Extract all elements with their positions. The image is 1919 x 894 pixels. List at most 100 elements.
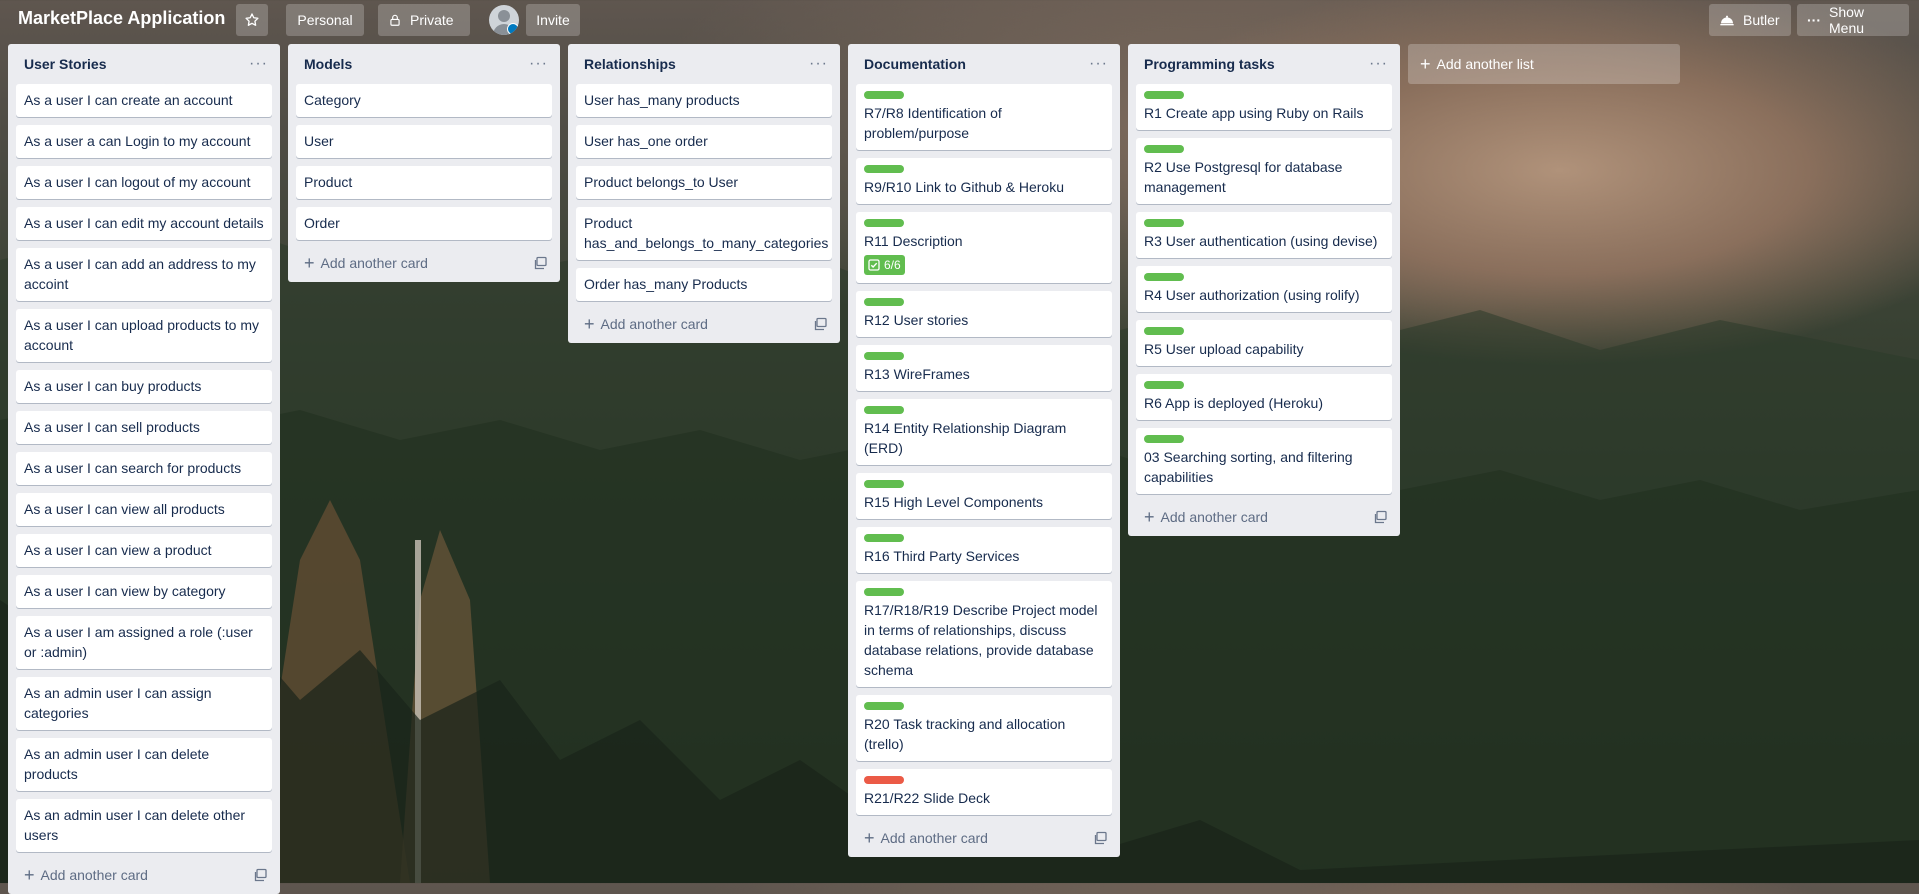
card[interactable]: R2 Use Postgresql for database managemen…: [1136, 138, 1392, 204]
card-title: Product belongs_to User: [584, 174, 739, 190]
card-title: R11 Description: [864, 233, 963, 249]
list-header: Documentation ···: [856, 44, 1112, 84]
list-menu-icon[interactable]: ···: [529, 55, 548, 73]
card[interactable]: Product: [296, 166, 552, 199]
list-title[interactable]: Relationships: [584, 56, 676, 72]
card[interactable]: As a user I can add an address to my acc…: [16, 248, 272, 301]
card[interactable]: R15 High Level Components: [856, 473, 1112, 519]
card[interactable]: R4 User authorization (using rolify): [1136, 266, 1392, 312]
card[interactable]: User: [296, 125, 552, 158]
list-menu-icon[interactable]: ···: [1369, 55, 1388, 73]
card-title: R20 Task tracking and allocation (trello…: [864, 716, 1066, 752]
card[interactable]: As a user I can edit my account details: [16, 207, 272, 240]
card[interactable]: As a user I can search for products: [16, 452, 272, 485]
card-title: R7/R8 Identification of problem/purpose: [864, 105, 1002, 141]
card[interactable]: R3 User authentication (using devise): [1136, 212, 1392, 258]
invite-button[interactable]: Invite: [526, 4, 580, 36]
card[interactable]: R9/R10 Link to Github & Heroku: [856, 158, 1112, 204]
list-menu-icon[interactable]: ···: [809, 55, 828, 73]
add-card-button[interactable]: + Add another card: [296, 248, 552, 278]
add-card-button[interactable]: + Add another card: [576, 309, 832, 339]
card[interactable]: As a user I can create an account: [16, 84, 272, 117]
card-title: Order: [304, 215, 340, 231]
avatar-head: [498, 10, 510, 22]
show-menu-label: Show Menu: [1829, 4, 1865, 36]
card[interactable]: R16 Third Party Services: [856, 527, 1112, 573]
card-title: As a user I can buy products: [24, 378, 202, 394]
visibility-private-button[interactable]: Private: [378, 4, 470, 36]
list-title[interactable]: Documentation: [864, 56, 966, 72]
card[interactable]: Product belongs_to User: [576, 166, 832, 199]
list-menu-icon[interactable]: ···: [1089, 55, 1108, 73]
card[interactable]: Category: [296, 84, 552, 117]
green-label: [1144, 435, 1184, 443]
card[interactable]: As a user I can logout of my account: [16, 166, 272, 199]
card[interactable]: As a user I can view a product: [16, 534, 272, 567]
add-card-button[interactable]: + Add another card: [856, 823, 1112, 853]
card[interactable]: As a user I can buy products: [16, 370, 272, 403]
green-label: [864, 534, 904, 542]
card[interactable]: As a user I can view by category: [16, 575, 272, 608]
list-models: Models ··· Category User Product Order + Add an…: [288, 44, 560, 282]
card-title: As a user I can view all products: [24, 501, 225, 517]
card-title: As a user I can search for products: [24, 460, 242, 476]
card[interactable]: As a user I can view all products: [16, 493, 272, 526]
card-title: Category: [304, 92, 361, 108]
green-label: [864, 91, 904, 99]
card[interactable]: Product has_and_belongs_to_many_categori…: [576, 207, 832, 260]
green-label: [864, 702, 904, 710]
butler-button[interactable]: Butler: [1709, 4, 1791, 36]
card[interactable]: R7/R8 Identification of problem/purpose: [856, 84, 1112, 150]
card[interactable]: R21/R22 Slide Deck: [856, 769, 1112, 815]
list-title[interactable]: Programming tasks: [1144, 56, 1275, 72]
card[interactable]: As an admin user I can assign categories: [16, 677, 272, 730]
card[interactable]: As a user I am assigned a role (:user or…: [16, 616, 272, 669]
card[interactable]: R11 Description 6/6: [856, 212, 1112, 283]
card[interactable]: R17/R18/R19 Describe Project model in te…: [856, 581, 1112, 687]
green-label: [1144, 91, 1184, 99]
butler-label: Butler: [1743, 12, 1780, 28]
list-programming-tasks: Programming tasks ··· R1 Create app using …: [1128, 44, 1400, 536]
card-template-icon[interactable]: [534, 256, 548, 270]
team-personal-button[interactable]: Personal: [286, 4, 364, 36]
card[interactable]: As an admin user I can delete products: [16, 738, 272, 791]
member-avatar[interactable]: [489, 5, 519, 35]
card-title: As a user I can upload products to my ac…: [24, 317, 260, 353]
list-title[interactable]: Models: [304, 56, 352, 72]
card-title: Product: [304, 174, 353, 190]
card-title: R3 User authentication (using devise): [1144, 233, 1378, 249]
card[interactable]: User has_many products: [576, 84, 832, 117]
green-label: [1144, 327, 1184, 335]
card[interactable]: As a user I can sell products: [16, 411, 272, 444]
card[interactable]: As an admin user I can delete other user…: [16, 799, 272, 852]
add-list-button[interactable]: + Add another list: [1408, 44, 1680, 84]
card[interactable]: R13 WireFrames: [856, 345, 1112, 391]
card[interactable]: Order: [296, 207, 552, 240]
board-title[interactable]: MarketPlace Application: [18, 8, 225, 29]
add-card-button[interactable]: + Add another card: [16, 860, 272, 890]
card[interactable]: Order has_many Products: [576, 268, 832, 301]
card[interactable]: As a user I can upload products to my ac…: [16, 309, 272, 362]
card-template-icon[interactable]: [1094, 831, 1108, 845]
list-menu-icon[interactable]: ···: [249, 55, 268, 73]
card-template-icon[interactable]: [814, 317, 828, 331]
card[interactable]: 03 Searching sorting, and filtering capa…: [1136, 428, 1392, 494]
card[interactable]: R14 Entity Relationship Diagram (ERD): [856, 399, 1112, 465]
green-label: [1144, 381, 1184, 389]
plus-icon: +: [584, 314, 595, 334]
card[interactable]: R20 Task tracking and allocation (trello…: [856, 695, 1112, 761]
add-card-button[interactable]: + Add another card: [1136, 502, 1392, 532]
card[interactable]: R12 User stories: [856, 291, 1112, 337]
card-template-icon[interactable]: [1374, 510, 1388, 524]
card[interactable]: As a user a can Login to my account: [16, 125, 272, 158]
card[interactable]: R5 User upload capability: [1136, 320, 1392, 366]
card[interactable]: R1 Create app using Ruby on Rails: [1136, 84, 1392, 130]
card-title: R13 WireFrames: [864, 366, 970, 382]
show-menu-button[interactable]: ··· Show Menu: [1797, 4, 1909, 36]
card[interactable]: R6 App is deployed (Heroku): [1136, 374, 1392, 420]
list-title[interactable]: User Stories: [24, 56, 106, 72]
card[interactable]: User has_one order: [576, 125, 832, 158]
star-button[interactable]: [236, 4, 268, 36]
card-title: Order has_many Products: [584, 276, 748, 292]
card-template-icon[interactable]: [254, 868, 268, 882]
